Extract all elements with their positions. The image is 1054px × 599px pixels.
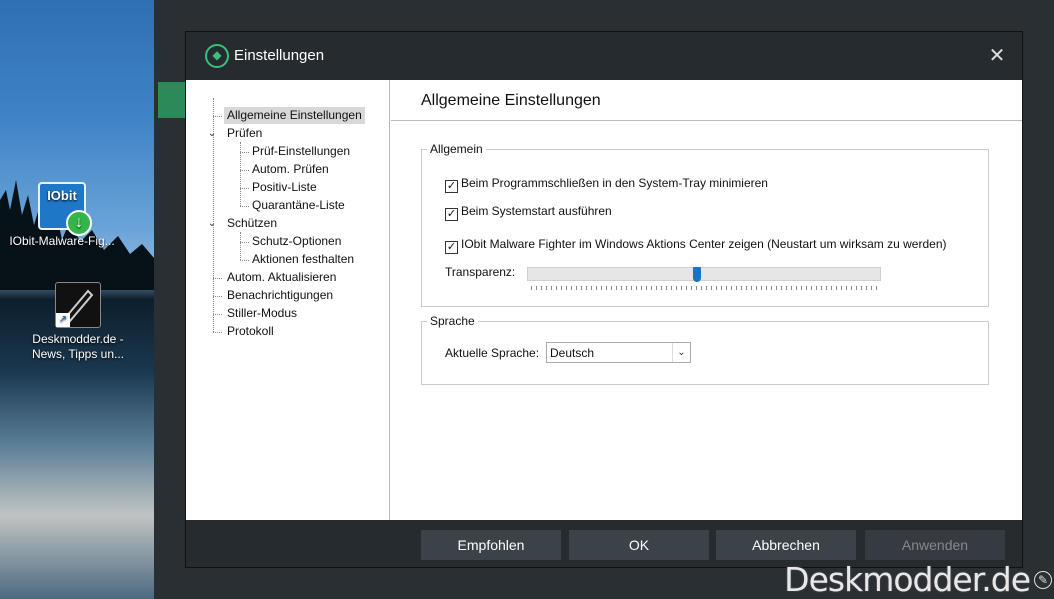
nav-item-benachrichtigungen[interactable]: Benachrichtigungen — [224, 287, 336, 304]
tree-connector — [240, 260, 249, 261]
checkbox-label: Beim Programmschließen in den System-Tra… — [461, 176, 768, 190]
nav-item-pruefen[interactable]: Prüfen — [224, 125, 265, 142]
ok-button[interactable]: OK — [569, 530, 709, 560]
tree-connector — [213, 116, 222, 117]
group-label: Sprache — [427, 314, 478, 328]
checkbox-label: Beim Systemstart ausführen — [461, 204, 612, 218]
dialog-title: Einstellungen — [234, 47, 325, 64]
close-button[interactable]: ✕ — [988, 46, 1006, 66]
transparency-slider-ticks — [531, 286, 877, 290]
page-title: Allgemeine Einstellungen — [421, 92, 601, 109]
nav-item-schutz-optionen[interactable]: Schutz-Optionen — [249, 233, 344, 250]
desktop-icon-label: IObit-Malware-Fig... — [9, 234, 115, 248]
nav-item-pruef-einstellungen[interactable]: Prüf-Einstellungen — [249, 143, 353, 160]
tree-connector — [240, 232, 241, 260]
tree-connector — [213, 296, 222, 297]
nav-item-stiller-modus[interactable]: Stiller-Modus — [224, 305, 300, 322]
chevron-down-icon[interactable]: ⌄ — [207, 219, 217, 229]
group-label: Allgemein — [427, 142, 486, 156]
nav-item-protokoll[interactable]: Protokoll — [224, 323, 277, 340]
tree-connector — [240, 242, 249, 243]
group-sprache: Sprache Aktuelle Sprache: Deutsch ⌄ — [421, 314, 989, 385]
nav-item-quarantaene-liste[interactable]: Quarantäne-Liste — [249, 197, 348, 214]
iobit-shield-logo-icon: ◆ — [205, 44, 229, 68]
nav-item-autom-aktualisieren[interactable]: Autom. Aktualisieren — [224, 269, 339, 286]
desktop-icon-label: Deskmodder.de - News, Tipps un... — [31, 332, 125, 361]
checkbox-action-center[interactable]: ✓ IObit Malware Fighter im Windows Aktion… — [445, 236, 947, 254]
desktop-background: IObit ↓ IObit-Malware-Fig... ↗ Deskmodde… — [0, 0, 154, 599]
transparency-slider-thumb[interactable] — [693, 267, 702, 282]
tree-connector — [240, 170, 249, 171]
tree-connector — [240, 152, 249, 153]
settings-content: Allgemeine Einstellungen Allgemein ✓ Beim… — [391, 80, 1022, 520]
settings-dialog: ◆ Einstellungen ✕ ⌄ ⌄ Allgemeine Einstel… — [185, 31, 1023, 568]
content-header: Allgemeine Einstellungen — [391, 80, 1022, 121]
nav-item-allgemeine-einstellungen[interactable]: Allgemeine Einstellungen — [224, 107, 365, 124]
tree-connector — [213, 278, 222, 279]
pen-icon: ✎ — [1034, 571, 1052, 589]
settings-navigation: ⌄ ⌄ Allgemeine Einstellungen Prüfen Prüf… — [186, 80, 390, 520]
download-arrow-icon: ↓ — [66, 210, 92, 236]
group-allgemein: Allgemein ✓ Beim Programmschließen in den… — [421, 142, 989, 307]
nav-item-aktionen-festhalten[interactable]: Aktionen festhalten — [249, 251, 357, 268]
deskmodder-app-icon: ↗ — [55, 282, 101, 328]
checkbox-run-at-startup[interactable]: ✓ Beim Systemstart ausführen — [445, 203, 612, 221]
language-select-value: Deutsch — [550, 346, 595, 360]
current-language-label: Aktuelle Sprache: — [445, 346, 540, 360]
check-icon: ✓ — [445, 241, 458, 254]
desktop-icon-iobit[interactable]: IObit ↓ IObit-Malware-Fig... — [2, 182, 122, 249]
tree-connector — [213, 332, 222, 333]
iobit-app-icon: IObit ↓ — [38, 182, 92, 236]
settings-tree: ⌄ ⌄ Allgemeine Einstellungen Prüfen Prüf… — [186, 80, 390, 520]
tree-connector — [240, 188, 249, 189]
tree-connector — [240, 206, 249, 207]
transparency-slider-track[interactable] — [527, 267, 881, 281]
language-select[interactable]: Deutsch ⌄ — [546, 342, 691, 363]
tree-connector — [213, 314, 222, 315]
apply-button[interactable]: Anwenden — [865, 530, 1005, 560]
transparency-label: Transparenz: — [445, 265, 516, 279]
chevron-down-icon[interactable]: ⌄ — [207, 129, 217, 139]
check-icon: ✓ — [445, 180, 458, 193]
check-icon: ✓ — [445, 208, 458, 221]
nav-item-positiv-liste[interactable]: Positiv-Liste — [249, 179, 320, 196]
checkbox-minimize-to-tray[interactable]: ✓ Beim Programmschließen in den System-Tr… — [445, 175, 768, 193]
chevron-down-icon: ⌄ — [672, 343, 690, 362]
background-app-accent — [158, 82, 186, 118]
desktop-icon-deskmodder[interactable]: ↗ Deskmodder.de - News, Tipps un... — [18, 282, 138, 362]
recommended-button[interactable]: Empfohlen — [421, 530, 561, 560]
nav-item-autom-pruefen[interactable]: Autom. Prüfen — [249, 161, 332, 178]
cancel-button[interactable]: Abbrechen — [716, 530, 856, 560]
nav-item-schuetzen[interactable]: Schützen — [224, 215, 280, 232]
checkbox-label: IObit Malware Fighter im Windows Aktions… — [461, 237, 947, 251]
shortcut-arrow-icon: ↗ — [56, 313, 70, 327]
dialog-titlebar: ◆ Einstellungen ✕ — [186, 32, 1022, 80]
watermark: Deskmodder.de — [784, 560, 1031, 599]
